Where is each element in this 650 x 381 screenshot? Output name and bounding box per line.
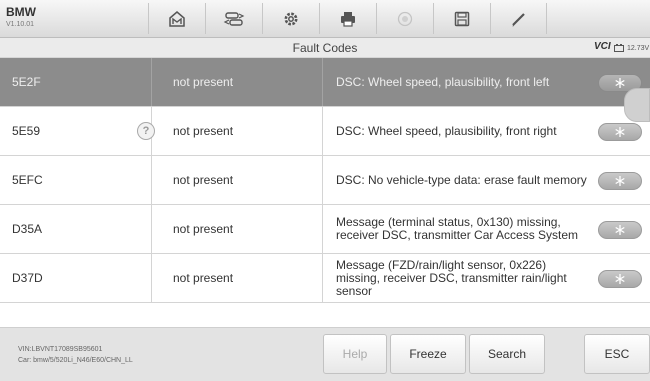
print-icon [341, 11, 355, 27]
freeze-button[interactable]: Freeze [390, 334, 466, 374]
vehicle-swap-button[interactable] [205, 3, 262, 34]
save-icon [454, 11, 470, 26]
fault-code: D35A [12, 205, 152, 253]
fault-description: DSC: Wheel speed, plausibility, front le… [336, 74, 550, 89]
question-mark-icon: ? [142, 125, 150, 137]
freeze-frame-button[interactable] [598, 270, 642, 288]
fault-description: Message (FZD/rain/light sensor, 0x226) m… [336, 257, 567, 298]
table-row[interactable]: 5EFC not present DSC: No vehicle-type da… [0, 156, 650, 205]
freeze-frame-button[interactable] [598, 123, 642, 141]
battery-status: 12.73V [614, 44, 649, 52]
help-icon [397, 11, 413, 26]
snowflake-icon [615, 176, 625, 186]
vin-label: VIN:LBVNT17089SB95601 [18, 346, 103, 353]
fault-status: not present [153, 254, 323, 302]
fault-status: not present [153, 205, 323, 253]
save-button[interactable] [433, 3, 490, 34]
snowflake-icon [615, 225, 625, 235]
fault-code-table: 5E2F not present DSC: Wheel speed, plaus… [0, 58, 650, 303]
fault-code: 5E2F [12, 58, 152, 106]
fault-description: DSC: No vehicle-type data: erase fault m… [336, 172, 587, 187]
fault-description: DSC: Wheel speed, plausibility, front ri… [336, 123, 557, 138]
help-button[interactable]: Help [323, 334, 387, 374]
freeze-frame-button[interactable] [598, 221, 642, 239]
snowflake-icon [615, 274, 625, 284]
table-row[interactable]: D37D not present Message (FZD/rain/light… [0, 254, 650, 303]
vehicle-info: VIN:LBVNT17089SB95601 Car: bmw/5/520Li_N… [18, 344, 133, 366]
page-header: Fault Codes VCI 12.73V [0, 38, 650, 58]
help-toolbar-button[interactable] [376, 3, 433, 34]
freeze-frame-button[interactable] [598, 172, 642, 190]
fault-status: not present [153, 156, 323, 204]
floating-assist-handle[interactable] [624, 88, 650, 122]
edit-button[interactable] [490, 3, 547, 34]
brand: BMW V1.10.01 [6, 6, 36, 28]
brand-name: BMW [6, 5, 36, 19]
fault-description: Message (terminal status, 0x130) missing… [336, 215, 579, 242]
fault-code: D37D [12, 254, 152, 302]
fault-code: 5E59 [12, 107, 152, 155]
search-button[interactable]: Search [469, 334, 545, 374]
car-path-label: Car: bmw/5/520Li_N46/E60/CHN_LL [18, 357, 133, 364]
snowflake-icon [615, 78, 625, 88]
home-button[interactable] [148, 3, 205, 34]
table-row[interactable]: D35A not present Message (terminal statu… [0, 205, 650, 254]
snowflake-icon [615, 127, 625, 137]
toolbar-buttons [148, 3, 547, 34]
esc-button[interactable]: ESC [584, 334, 650, 374]
software-version: V1.10.01 [6, 21, 35, 28]
battery-voltage: 12.73V [627, 44, 650, 52]
home-icon [169, 10, 185, 27]
bottom-function-bar: VIN:LBVNT17089SB95601 Car: bmw/5/520Li_N… [0, 327, 650, 381]
page-title: Fault Codes [292, 41, 358, 55]
fault-status: not present [153, 58, 323, 106]
edit-icon [511, 12, 525, 26]
vci-status-label: VCI [594, 41, 611, 52]
fault-code: 5EFC [12, 156, 152, 204]
table-row[interactable]: 5E2F not present DSC: Wheel speed, plaus… [0, 58, 650, 107]
settings-icon [284, 12, 298, 25]
table-row[interactable]: 5E59 ? not present DSC: Wheel speed, pla… [0, 107, 650, 156]
top-toolbar: BMW V1.10.01 [0, 0, 650, 38]
fault-status: not present [153, 107, 323, 155]
vehicle-swap-icon [223, 11, 245, 26]
settings-button[interactable] [262, 3, 319, 34]
print-button[interactable] [319, 3, 376, 34]
battery-icon [614, 44, 624, 52]
